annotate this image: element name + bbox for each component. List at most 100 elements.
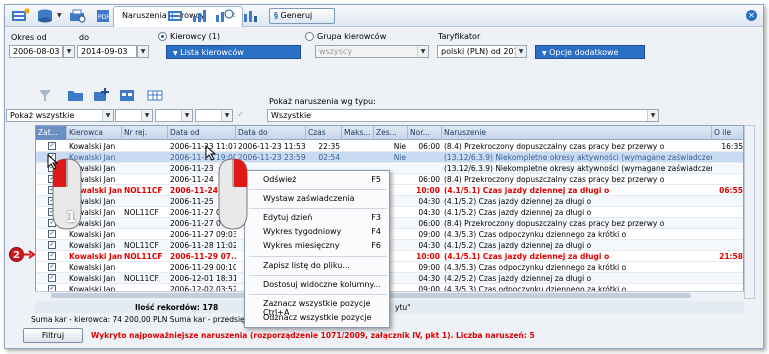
col-header-norm[interactable]: Nor... [408, 126, 442, 140]
filter-row: Pokaż wszystkie ▼ ▼ ▼ ▼ ✓ Wszystkie ▼ [5, 109, 763, 125]
add-item-icon[interactable] [91, 87, 113, 103]
menu-shortcut: F4 [371, 227, 381, 236]
menu-item-monthly-chart[interactable]: Wykres miesięczny F6 [245, 239, 391, 253]
col-header-date-to[interactable]: Data do [236, 126, 306, 140]
from-date-field[interactable]: 2006-08-03 [9, 45, 63, 58]
show-value: Pokaż wszystkie [10, 111, 75, 120]
bottom-bar: Filtruj Wykryto najpoważniejsze naruszen… [5, 325, 763, 347]
cell-norm: 09:00 [418, 230, 440, 239]
col-header-violation[interactable]: Naruszenie [442, 126, 712, 140]
extra-options-label: Opcje dodatkowe [549, 48, 619, 57]
menu-item-columns[interactable]: Dostosuj widoczne kolumny... [245, 278, 391, 292]
cell-desc: (4.3/5.3) Czas odpoczynku dziennego za k… [444, 230, 627, 239]
col-header-amount[interactable]: O ile [712, 126, 743, 140]
row-checkbox[interactable]: ✓ [48, 263, 56, 271]
col-header-driver[interactable]: Kierowca [67, 126, 122, 140]
groups-combo[interactable]: wszyscy ▼ [315, 45, 429, 58]
col-header-set[interactable]: Zes... [374, 126, 408, 140]
status-extra: ytu" [395, 303, 411, 312]
to-date-calendar-icon[interactable]: ▼ [137, 45, 149, 58]
cell-reg: NOL11CF [124, 241, 159, 250]
record-count: Ilość rekordów: 178 [135, 303, 219, 312]
tariff-label: Taryfikator [438, 32, 481, 41]
drivers-radio[interactable] [158, 32, 167, 41]
cell-desc: (13.12/6.3.9) Niekompletne okresy aktywn… [444, 153, 712, 162]
menu-item-weekly-chart[interactable]: Wykres tygodniowy F4 [245, 225, 391, 239]
menu-separator [249, 189, 387, 190]
pdf-export-icon[interactable]: PDF [93, 8, 115, 24]
menu-label: Odśwież [263, 175, 297, 184]
cell-time: 22:35 [318, 142, 340, 151]
filter-combo-2[interactable]: ▼ [115, 109, 153, 122]
menu-label: Odznacz wszystkie pozycje [263, 313, 372, 322]
col-header-time[interactable]: Czas [306, 126, 342, 140]
menu-item-select-all[interactable]: Zaznacz wszystkie pozycje Ctrl+A [245, 297, 391, 317]
cell-ses: Nie [393, 142, 406, 151]
col-header-reg[interactable]: Nr rej. [122, 126, 168, 140]
col-header-approved[interactable]: Zat... [36, 126, 67, 140]
paragraph-icon: § [274, 11, 278, 20]
context-menu: Odśwież F5 Wystaw zaświadczenia Edytuj dz… [244, 170, 390, 328]
database-icon[interactable] [35, 8, 57, 24]
groups-radio[interactable] [305, 32, 314, 41]
cell-norm: 04:30 [418, 197, 440, 206]
list-export-icon[interactable] [165, 8, 187, 24]
menu-item-save-list[interactable]: Zapisz listę do pliku... [245, 259, 391, 273]
extra-options-button[interactable]: ▼ Opcje dodatkowe [535, 45, 645, 59]
menu-label: Wystaw zaświadczenia [263, 194, 355, 203]
generate-button[interactable]: § Generuj [269, 8, 335, 24]
menu-label: Dostosuj widoczne kolumny... [263, 280, 381, 289]
vertical-scrollbar[interactable] [744, 125, 755, 299]
menu-item-edit-day[interactable]: Edytuj dzień F3 [245, 211, 391, 225]
col-header-max[interactable]: Maks... [342, 126, 374, 140]
row-checkbox[interactable]: ✓ [48, 252, 56, 260]
tariff-combo[interactable]: polski (PLN) od 2012 ▼ [437, 45, 527, 58]
violation-type-combo[interactable]: Wszystkie ▼ [267, 109, 659, 122]
col-header-date-from[interactable]: Data od [168, 126, 236, 140]
filter-combo-3[interactable]: ▼ [155, 109, 193, 122]
row-checkbox[interactable]: ✓ [48, 241, 56, 249]
callout-arrow-icon [23, 250, 36, 259]
cell-amount: 21:58 [719, 252, 743, 261]
filter-button[interactable]: Filtruj [23, 328, 83, 343]
chart-icon[interactable] [189, 8, 211, 24]
table-row[interactable]: ✓ Kowalski Jan 2006-11-23 11:07 2006-11-23 … [36, 141, 743, 152]
to-date-field[interactable]: 2014-09-03 [77, 45, 137, 58]
show-combo[interactable]: Pokaż wszystkie ▼ [6, 109, 114, 122]
new-report-icon[interactable] [9, 8, 31, 24]
close-window-icon[interactable]: ✕ [746, 10, 757, 21]
drivers-list-button[interactable]: ▼ Lista kierowców [166, 45, 301, 59]
cell-amount [712, 163, 743, 174]
print-preview-icon[interactable] [67, 8, 89, 24]
menu-shortcut: F3 [371, 213, 381, 222]
menu-item-refresh[interactable]: Odśwież F5 [245, 173, 391, 187]
menu-item-deselect-all[interactable]: Odznacz wszystkie pozycje [245, 311, 391, 325]
row-checkbox[interactable]: ✓ [48, 274, 56, 282]
menu-separator [249, 275, 387, 276]
table-row[interactable]: ✓ Kowalski Jan 2006-11-23 19:00 2006-11-23 … [36, 152, 743, 163]
calendar-icon[interactable] [117, 87, 139, 103]
cell-norm: 04:30 [418, 274, 440, 283]
menu-separator [249, 294, 387, 295]
cell-from: 2006-11-23 11:07 [170, 142, 236, 151]
open-folder-icon[interactable] [65, 87, 87, 103]
cell-amount [712, 207, 743, 218]
menu-item-certificate[interactable]: Wystaw zaświadczenia [245, 192, 391, 206]
chart-compare-icon[interactable] [241, 8, 263, 24]
cursor-arrow-icon [205, 145, 217, 161]
cell-reg: NOL11CF [124, 274, 159, 283]
from-date-calendar-icon[interactable]: ▼ [63, 45, 75, 58]
check-icon: ✓ [237, 110, 245, 120]
chart-time-icon[interactable] [213, 8, 235, 24]
cell-desc: (4.2/5.2) Czas jazdy dziennej za długi o [444, 274, 592, 283]
cell-norm: 06:00 [418, 175, 440, 184]
cell-norm: 10:00 [416, 252, 440, 261]
cell-amount [712, 218, 743, 229]
chevron-down-icon[interactable]: ▼ [57, 12, 62, 19]
cell-reg: NOL11CF [124, 208, 159, 217]
filter-icon[interactable] [35, 87, 57, 103]
row-checkbox[interactable]: ✓ [48, 142, 56, 150]
table-settings-icon[interactable] [145, 87, 167, 103]
cell-norm: 06:00 [418, 142, 440, 151]
filter-combo-4[interactable]: ▼ [195, 109, 233, 122]
